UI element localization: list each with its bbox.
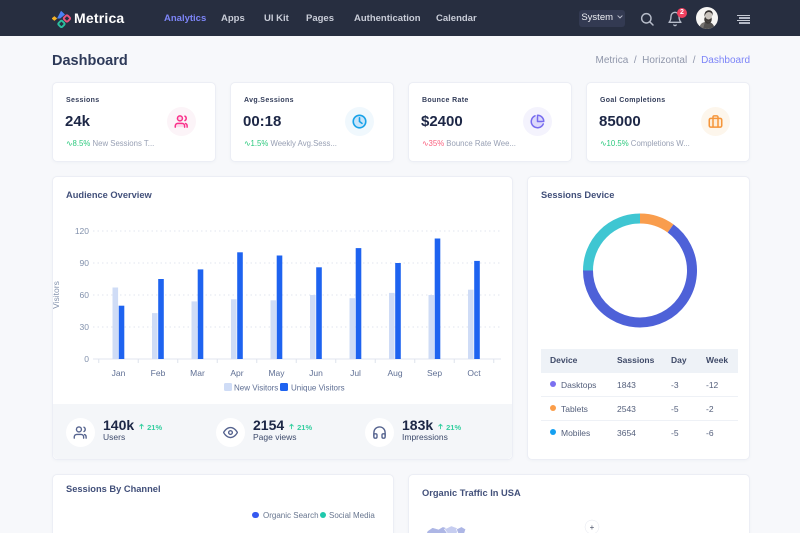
svg-text:60: 60 — [80, 290, 90, 300]
svg-text:Aug: Aug — [387, 368, 402, 378]
svg-text:120: 120 — [75, 226, 89, 236]
svg-text:Feb: Feb — [151, 368, 166, 378]
svg-text:Mar: Mar — [190, 368, 205, 378]
svg-text:Jul: Jul — [350, 368, 361, 378]
svg-text:Unique Visitors: Unique Visitors — [291, 384, 345, 393]
svg-text:+: + — [590, 523, 595, 532]
svg-text:May: May — [268, 368, 285, 378]
svg-text:0: 0 — [84, 354, 89, 364]
svg-text:Apr: Apr — [230, 368, 243, 378]
svg-text:90: 90 — [80, 258, 90, 268]
svg-text:Jan: Jan — [112, 368, 126, 378]
svg-text:Oct: Oct — [467, 368, 481, 378]
svg-text:Sep: Sep — [427, 368, 442, 378]
svg-text:Jun: Jun — [309, 368, 323, 378]
svg-text:Visitors: Visitors — [53, 281, 61, 309]
svg-text:30: 30 — [80, 322, 90, 332]
svg-text:New Visitors: New Visitors — [234, 384, 278, 393]
